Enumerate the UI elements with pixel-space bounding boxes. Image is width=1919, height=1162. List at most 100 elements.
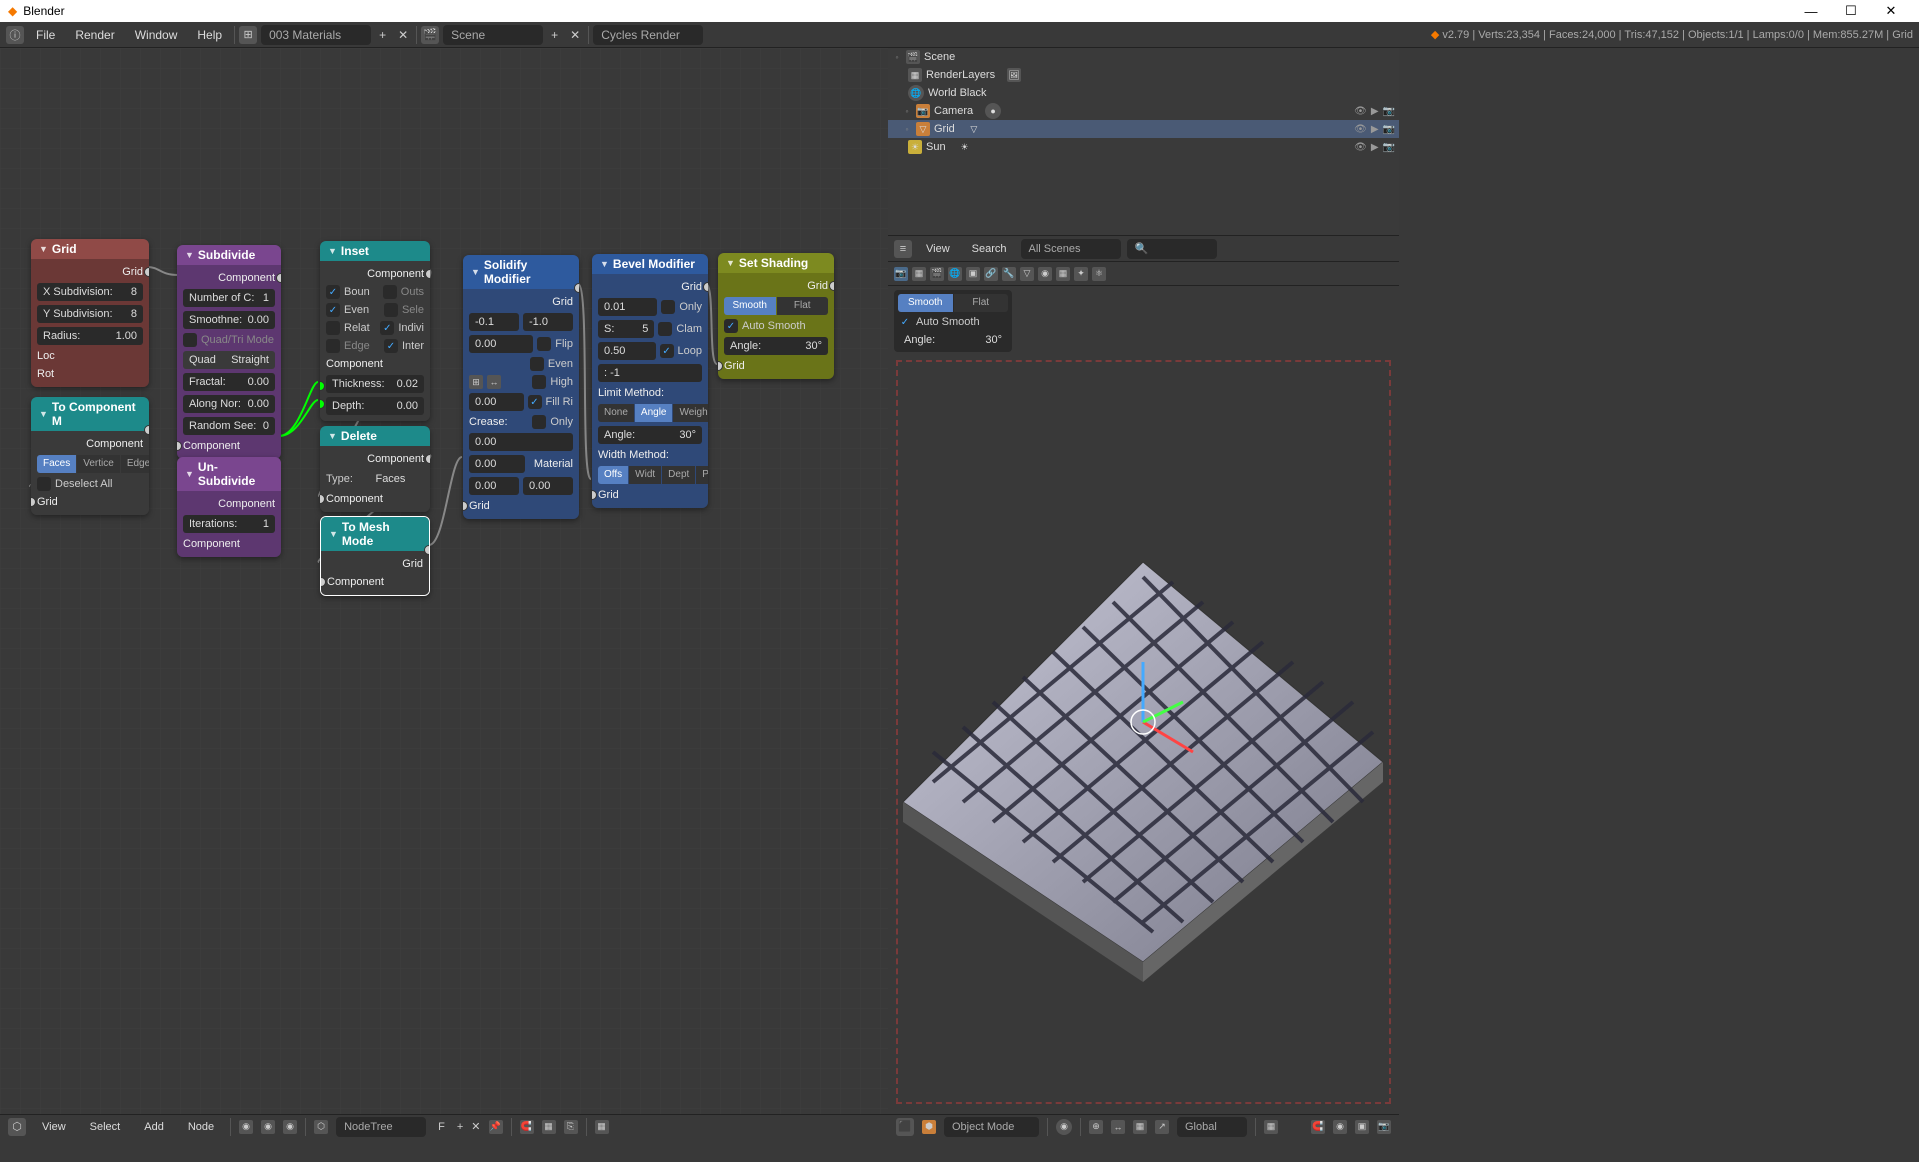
layout-add-button[interactable]: + xyxy=(375,28,390,42)
selectable-icon[interactable]: ▶ xyxy=(1371,124,1379,135)
node-to-mesh-header[interactable]: To Mesh Mode xyxy=(321,517,429,551)
bevel-limit-segment[interactable]: NoneAngleWeigh xyxy=(598,402,702,424)
nodetree-field[interactable]: NodeTree xyxy=(336,1117,426,1137)
node-shading-header[interactable]: Set Shading xyxy=(718,253,834,273)
socket-out[interactable] xyxy=(425,454,430,464)
snap-type-icon[interactable]: ▦ xyxy=(542,1120,556,1134)
menu-window[interactable]: Window xyxy=(127,26,186,44)
node-to-component[interactable]: To Component M Component FacesVerticeEdg… xyxy=(31,397,149,515)
screen-layout-field[interactable]: 003 Materials xyxy=(261,25,371,45)
subdiv-smooth-field[interactable]: Smoothne:0.00 xyxy=(183,311,275,329)
backdrop-icon[interactable]: ▦ xyxy=(595,1120,609,1134)
outliner[interactable]: ◦🎬Scene ▦RenderLayers 🖼 🌐World Black ◦📷C… xyxy=(888,48,1399,236)
outliner-scene-row[interactable]: ◦🎬Scene xyxy=(888,48,1399,66)
node-menu-select[interactable]: Select xyxy=(82,1119,129,1135)
node-grid-header[interactable]: Grid xyxy=(31,239,149,259)
selectable-icon[interactable]: ▶ xyxy=(1371,106,1379,117)
node-menu-view[interactable]: View xyxy=(34,1119,74,1135)
layer-button[interactable]: ▦ xyxy=(1264,1120,1278,1134)
scene-add-button[interactable]: + xyxy=(547,28,562,42)
quadtri-checkbox[interactable] xyxy=(183,333,197,347)
subdiv-seed-field[interactable]: Random See:0 xyxy=(183,417,275,435)
subdiv-fractal-field[interactable]: Fractal:0.00 xyxy=(183,373,275,391)
outliner-world-row[interactable]: 🌐World Black xyxy=(888,84,1399,102)
subdiv-cuts-field[interactable]: Number of C:1 xyxy=(183,289,275,307)
component-type-segment[interactable]: FacesVerticeEdges xyxy=(37,453,143,475)
grid-ysubdiv-field[interactable]: Y Subdivision:8 xyxy=(37,305,143,323)
invert-icon[interactable]: ↔ xyxy=(487,375,501,389)
shading-solid-icon[interactable]: ◉ xyxy=(1056,1119,1072,1135)
fake-user-button[interactable]: F xyxy=(434,1121,449,1133)
node-menu-node[interactable]: Node xyxy=(180,1119,222,1135)
node-editor[interactable]: Grid Grid X Subdivision:8 Y Subdivision:… xyxy=(0,48,888,1138)
node-solidify[interactable]: Solidify Modifier Grid -0.1-1.0 0.00Flip… xyxy=(463,255,579,519)
node-menu-add[interactable]: Add xyxy=(136,1119,172,1135)
nodetree-icon[interactable]: ⬡ xyxy=(314,1120,328,1134)
world-prop-icon[interactable]: 🌐 xyxy=(948,267,962,281)
deselect-checkbox[interactable] xyxy=(37,477,51,491)
node-subdivide[interactable]: Subdivide Component Number of C:1 Smooth… xyxy=(177,245,281,459)
minimize-button[interactable]: — xyxy=(1791,1,1831,21)
proportional-icon[interactable]: ◉ xyxy=(1333,1120,1347,1134)
visibility-icon[interactable]: 👁 xyxy=(1354,106,1367,117)
visibility-icon[interactable]: 👁 xyxy=(1354,142,1367,153)
outliner-grid-row[interactable]: ◦▽Grid ▽ 👁▶📷 xyxy=(888,120,1399,138)
menu-file[interactable]: File xyxy=(28,26,63,44)
node-grid[interactable]: Grid Grid X Subdivision:8 Y Subdivision:… xyxy=(31,239,149,387)
socket-out[interactable] xyxy=(144,267,149,277)
inset-thickness-field[interactable]: Thickness:0.02 xyxy=(326,375,424,393)
outliner-renderlayers-row[interactable]: ▦RenderLayers 🖼 xyxy=(888,66,1399,84)
nodetree-remove-button[interactable]: ✕ xyxy=(471,1120,480,1133)
visibility-icon[interactable]: 👁 xyxy=(1354,124,1367,135)
data-icon[interactable]: ▽ xyxy=(1020,267,1034,281)
mode-icon[interactable]: ⬢ xyxy=(922,1120,936,1134)
render-icon[interactable]: 📷 xyxy=(894,267,908,281)
transform-icon[interactable]: ↗ xyxy=(1155,1120,1169,1134)
modifier-icon[interactable]: 🔧 xyxy=(1002,267,1016,281)
scene-field[interactable]: Scene xyxy=(443,25,543,45)
outliner-camera-row[interactable]: ◦📷Camera ● 👁▶📷 xyxy=(888,102,1399,120)
node-to-mesh[interactable]: To Mesh Mode Grid Component xyxy=(320,516,430,596)
node-bevel-header[interactable]: Bevel Modifier xyxy=(592,254,708,274)
delete-type-field[interactable]: Faces xyxy=(357,470,424,488)
mode-field[interactable]: Object Mode xyxy=(944,1117,1039,1137)
socket-out[interactable] xyxy=(703,282,708,292)
node-unsubdivide[interactable]: Un-Subdivide Component Iterations:1 Comp… xyxy=(177,457,281,557)
socket-out[interactable] xyxy=(574,283,579,293)
render-layers-icon[interactable]: ▦ xyxy=(912,267,926,281)
unsub-iter-field[interactable]: Iterations:1 xyxy=(183,515,275,533)
scene-icon[interactable]: 🎬 xyxy=(421,26,439,44)
physics-icon[interactable]: ⚛ xyxy=(1092,267,1106,281)
node-tree-type2-icon[interactable]: ◉ xyxy=(261,1120,275,1134)
subdiv-along-field[interactable]: Along Nor:0.00 xyxy=(183,395,275,413)
render-engine-field[interactable]: Cycles Render xyxy=(593,25,703,45)
socket-out[interactable] xyxy=(425,269,430,279)
menu-help[interactable]: Help xyxy=(189,26,230,44)
render-border-icon[interactable]: ▣ xyxy=(1355,1120,1369,1134)
node-to-component-header[interactable]: To Component M xyxy=(31,397,149,431)
socket-out[interactable] xyxy=(829,281,834,291)
node-delete[interactable]: Delete Component Type:Faces Component xyxy=(320,426,430,512)
scene-remove-button[interactable]: ✕ xyxy=(566,28,584,42)
screen-layout-icon[interactable]: ⊞ xyxy=(239,26,257,44)
subdiv-quad-field[interactable]: QuadStraight xyxy=(183,351,275,369)
opengl-render-icon[interactable]: 📷 xyxy=(1377,1120,1391,1134)
socket-out[interactable] xyxy=(144,425,149,435)
grid-radius-field[interactable]: Radius:1.00 xyxy=(37,327,143,345)
node-inset[interactable]: Inset Component BounOuts EvenSele RelatI… xyxy=(320,241,430,421)
inset-depth-field[interactable]: Depth:0.00 xyxy=(326,397,424,415)
grid-xsubdiv-field[interactable]: X Subdivision:8 xyxy=(37,283,143,301)
node-unsubdivide-header[interactable]: Un-Subdivide xyxy=(177,457,281,491)
layers-icon[interactable]: ▦ xyxy=(1133,1120,1147,1134)
outliner-editor-icon[interactable]: ≡ xyxy=(894,240,912,258)
maximize-button[interactable]: ☐ xyxy=(1831,1,1871,21)
layout-remove-button[interactable]: ✕ xyxy=(394,28,412,42)
bevel-width-segment[interactable]: OffsWidtDeptPerc xyxy=(598,464,702,486)
node-inset-header[interactable]: Inset xyxy=(320,241,430,261)
vertex-group-icon[interactable]: ⊞ xyxy=(469,375,483,389)
manipulator-icon[interactable]: ↔ xyxy=(1111,1120,1125,1134)
pivot-icon[interactable]: ⊕ xyxy=(1089,1120,1103,1134)
close-button[interactable]: ✕ xyxy=(1871,1,1911,21)
copy-icon[interactable]: ⎘ xyxy=(564,1120,578,1134)
render-icon[interactable]: 📷 xyxy=(1383,124,1395,135)
